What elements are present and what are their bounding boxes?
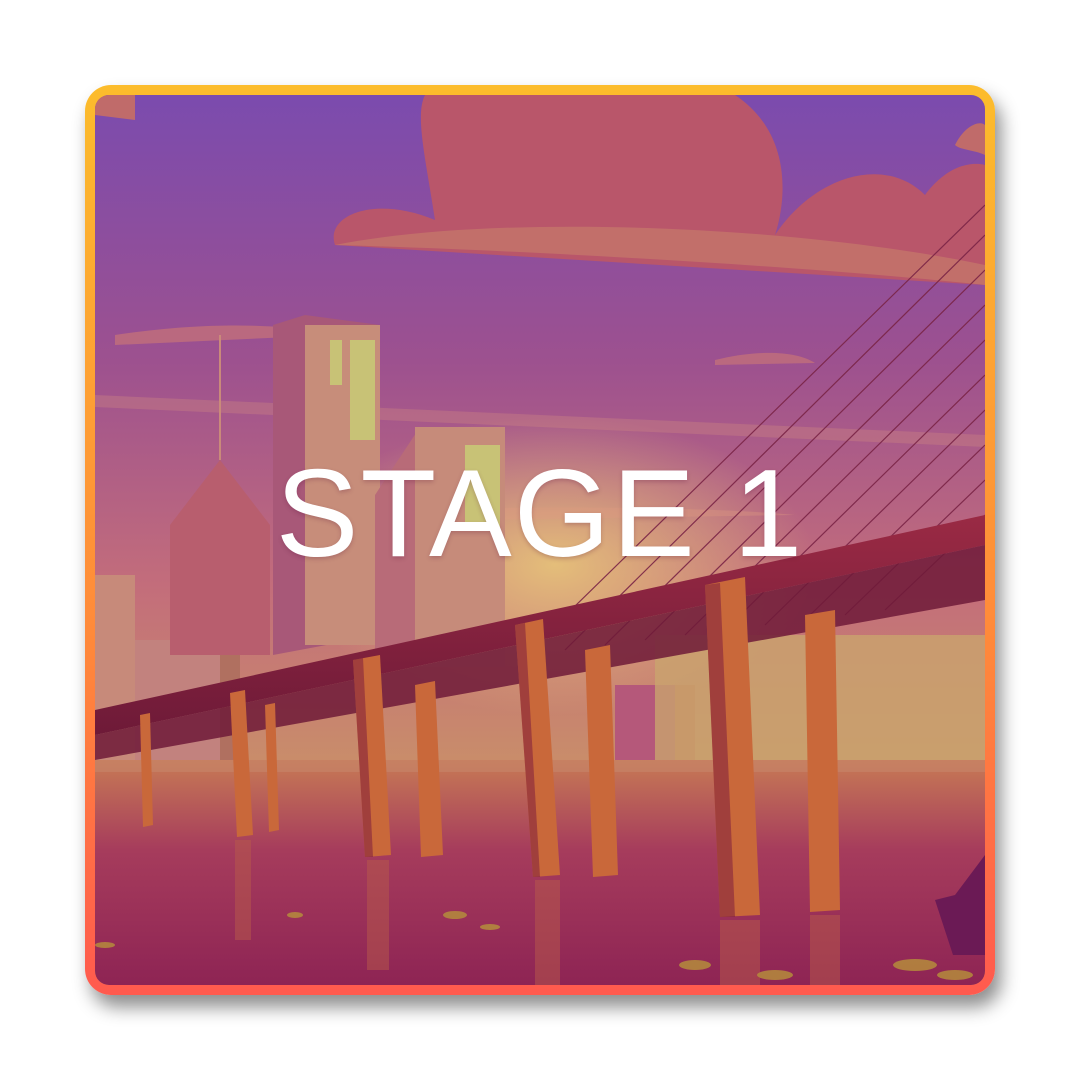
stage-1-card[interactable]: STAGE 1 xyxy=(85,85,995,995)
stage-artwork xyxy=(95,95,985,985)
